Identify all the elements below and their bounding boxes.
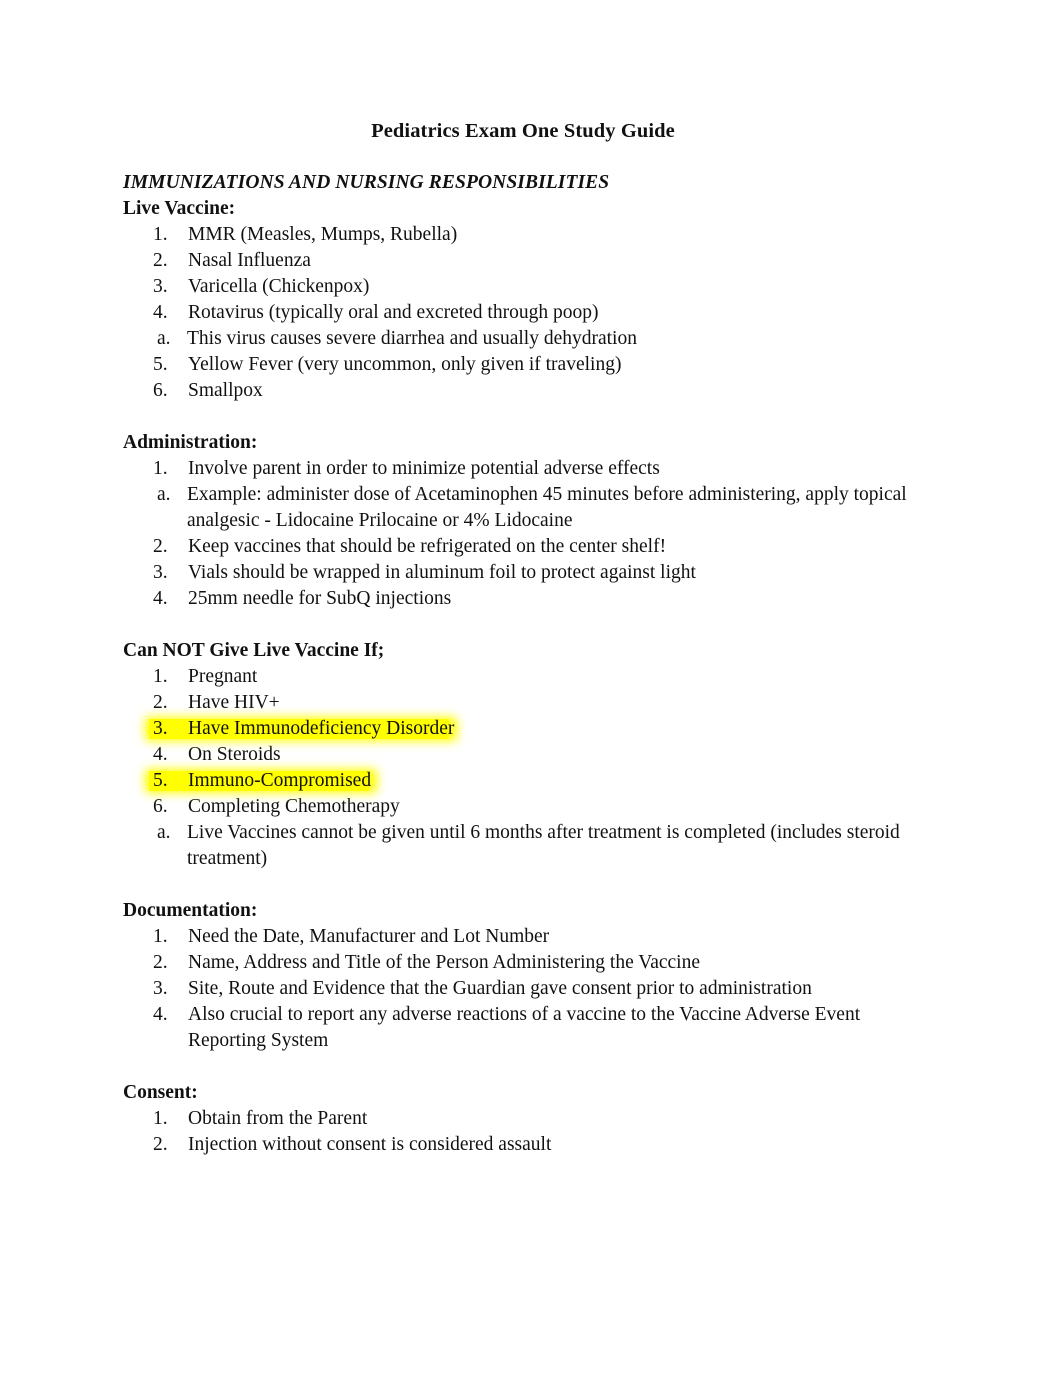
- list-marker: 4.: [153, 588, 168, 609]
- sublist-marker: a.: [157, 484, 171, 505]
- list-item-text: Involve parent in order to minimize pote…: [188, 458, 660, 479]
- list-marker: 5.: [153, 354, 168, 375]
- list-marker: 1.: [153, 458, 168, 479]
- heading-documentation: Documentation:: [123, 900, 258, 921]
- list-item-text: Pregnant: [188, 666, 258, 687]
- list-item-text: Rotavirus (typically oral and excreted t…: [188, 302, 599, 323]
- list-marker: 3.: [153, 978, 168, 999]
- page-title: Pediatrics Exam One Study Guide: [371, 120, 675, 142]
- list-marker: 4.: [153, 1004, 168, 1025]
- list-marker: 4.: [153, 744, 168, 765]
- list-item-text: Nasal Influenza: [188, 250, 311, 271]
- sublist-cannot-give: a. Live Vaccines cannot be given until 6…: [123, 820, 941, 872]
- list-item: 4. 25mm needle for SubQ injections: [123, 586, 941, 612]
- list-item: 6. Completing Chemotherapy: [123, 794, 941, 820]
- list-item: 3. Site, Route and Evidence that the Gua…: [123, 976, 941, 1002]
- list-item: 6. Smallpox: [123, 378, 941, 404]
- list-item-text: Completing Chemotherapy: [188, 796, 400, 817]
- list-item-text: Obtain from the Parent: [188, 1108, 368, 1129]
- list-item: 4. Also crucial to report any adverse re…: [123, 1002, 941, 1054]
- sublist-live-vaccine: a. This virus causes severe diarrhea and…: [123, 326, 941, 352]
- document-page: Pediatrics Exam One Study Guide IMMUNIZA…: [0, 0, 1062, 1377]
- list-marker: 6.: [153, 380, 168, 401]
- sublist-wrapper: a. Live Vaccines cannot be given until 6…: [123, 820, 941, 872]
- list-item-text: Immuno-Compromised: [188, 770, 372, 791]
- list-item: 4. On Steroids: [123, 742, 941, 768]
- document-content: Pediatrics Exam One Study Guide IMMUNIZA…: [123, 118, 941, 1158]
- list-item-text: 25mm needle for SubQ injections: [188, 588, 452, 609]
- list-item-highlighted: 3. Have Immunodeficiency Disorder: [123, 716, 941, 742]
- list-item-text: Have Immunodeficiency Disorder: [188, 718, 455, 739]
- list-live-vaccine: 1. MMR (Measles, Mumps, Rubella) 2. Nasa…: [123, 222, 941, 404]
- list-item: 1. Need the Date, Manufacturer and Lot N…: [123, 924, 941, 950]
- list-item: 1. MMR (Measles, Mumps, Rubella): [123, 222, 941, 248]
- heading-cannot-give-live-vaccine: Can NOT Give Live Vaccine If;: [123, 640, 385, 661]
- list-marker: 3.: [153, 276, 168, 297]
- list-item-text: MMR (Measles, Mumps, Rubella): [188, 224, 458, 245]
- list-marker: 3.: [153, 562, 168, 583]
- list-item-text: Keep vaccines that should be refrigerate…: [188, 536, 667, 557]
- list-item: 2. Nasal Influenza: [123, 248, 941, 274]
- section-title-immunizations: IMMUNIZATIONS AND NURSING RESPONSIBILITI…: [123, 172, 610, 193]
- heading-administration: Administration:: [123, 432, 258, 453]
- list-item-text: Also crucial to report any adverse react…: [188, 1004, 861, 1051]
- list-item: 2. Keep vaccines that should be refriger…: [123, 534, 941, 560]
- list-cannot-give: 1. Pregnant 2. Have HIV+ 3. Have Immunod…: [123, 664, 941, 872]
- list-marker: 3.: [153, 718, 168, 739]
- list-item-text: Vials should be wrapped in aluminum foil…: [188, 562, 696, 583]
- list-item-text: Yellow Fever (very uncommon, only given …: [188, 354, 622, 375]
- list-item: 5. Yellow Fever (very uncommon, only giv…: [123, 352, 941, 378]
- list-item-text: On Steroids: [188, 744, 281, 765]
- list-administration: 1. Involve parent in order to minimize p…: [123, 456, 941, 612]
- list-marker: 1.: [153, 1108, 168, 1129]
- list-item-text: Smallpox: [188, 380, 263, 401]
- list-marker: 2.: [153, 952, 168, 973]
- list-item: 2. Injection without consent is consider…: [123, 1132, 941, 1158]
- list-marker: 2.: [153, 1134, 168, 1155]
- list-item-highlighted: 5. Immuno-Compromised: [123, 768, 941, 794]
- sublist-marker: a.: [157, 822, 171, 843]
- list-item-text: Varicella (Chickenpox): [188, 276, 370, 297]
- list-marker: 1.: [153, 926, 168, 947]
- sublist-item: a. Live Vaccines cannot be given until 6…: [123, 820, 941, 872]
- list-item: 2. Have HIV+: [123, 690, 941, 716]
- heading-consent: Consent:: [123, 1082, 198, 1103]
- sublist-administration: a. Example: administer dose of Acetamino…: [123, 482, 941, 534]
- list-item-text: Name, Address and Title of the Person Ad…: [188, 952, 700, 973]
- list-item-text: Injection without consent is considered …: [188, 1134, 552, 1155]
- sublist-item: a. Example: administer dose of Acetamino…: [123, 482, 941, 534]
- sublist-item-text: Live Vaccines cannot be given until 6 mo…: [187, 822, 900, 869]
- list-item-text: Have HIV+: [188, 692, 280, 713]
- list-item: 3. Varicella (Chickenpox): [123, 274, 941, 300]
- list-item-text: Site, Route and Evidence that the Guardi…: [188, 978, 812, 999]
- list-item: 1. Obtain from the Parent: [123, 1106, 941, 1132]
- list-marker: 2.: [153, 250, 168, 271]
- sublist-item-text: This virus causes severe diarrhea and us…: [187, 328, 637, 349]
- list-marker: 4.: [153, 302, 168, 323]
- sublist-wrapper: a. Example: administer dose of Acetamino…: [123, 482, 941, 534]
- list-item: 4. Rotavirus (typically oral and excrete…: [123, 300, 941, 326]
- list-marker: 5.: [153, 770, 168, 791]
- list-item: 1. Involve parent in order to minimize p…: [123, 456, 941, 482]
- list-consent: 1. Obtain from the Parent 2. Injection w…: [123, 1106, 941, 1158]
- heading-live-vaccine: Live Vaccine:: [123, 198, 236, 219]
- list-marker: 1.: [153, 224, 168, 245]
- list-marker: 6.: [153, 796, 168, 817]
- list-item: 1. Pregnant: [123, 664, 941, 690]
- list-marker: 2.: [153, 536, 168, 557]
- list-item-text: Need the Date, Manufacturer and Lot Numb…: [188, 926, 550, 947]
- list-item: 3. Vials should be wrapped in aluminum f…: [123, 560, 941, 586]
- list-item: 2. Name, Address and Title of the Person…: [123, 950, 941, 976]
- sublist-item-text: Example: administer dose of Acetaminophe…: [187, 484, 907, 531]
- list-marker: 2.: [153, 692, 168, 713]
- list-documentation: 1. Need the Date, Manufacturer and Lot N…: [123, 924, 941, 1054]
- sublist-wrapper: a. This virus causes severe diarrhea and…: [123, 326, 941, 352]
- list-marker: 1.: [153, 666, 168, 687]
- sublist-marker: a.: [157, 328, 171, 349]
- sublist-item: a. This virus causes severe diarrhea and…: [123, 326, 941, 352]
